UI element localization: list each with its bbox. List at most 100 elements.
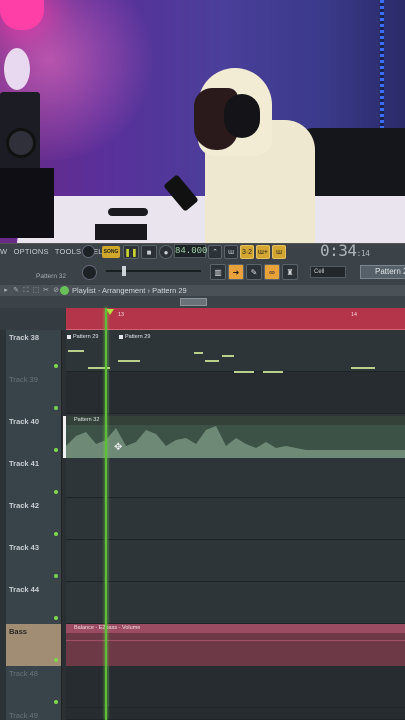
track-lane-39[interactable] <box>66 372 405 414</box>
clip-pattern-29-b[interactable]: Pattern 29 <box>118 333 150 341</box>
track-lane-42[interactable] <box>66 498 405 540</box>
menu-view[interactable]: W <box>0 247 7 256</box>
track-lane-43[interactable] <box>66 540 405 582</box>
mixer-icon[interactable]: ♜ <box>282 264 298 280</box>
track-header-49[interactable]: Track 49 <box>6 708 62 720</box>
lamp-base <box>4 48 30 90</box>
master-pitch-slider-track[interactable] <box>106 270 201 272</box>
record-icon[interactable]: ● <box>159 245 173 259</box>
song-mode-button[interactable]: SONG <box>102 246 120 258</box>
snap-selector[interactable]: Cell <box>310 266 346 278</box>
mute-tool-icon[interactable]: ⊘ <box>52 287 60 295</box>
track-name: Track 40 <box>9 417 40 426</box>
track-name: Track 48 <box>9 669 38 678</box>
track-name: Track 49 <box>9 711 38 720</box>
breadcrumb-separator: › <box>147 286 150 295</box>
playlist-title: Playlist - Arrangement <box>72 286 146 295</box>
draw-tool-icon[interactable]: ✎ <box>12 287 20 295</box>
track-header-41[interactable]: Track 41 <box>6 456 62 498</box>
playhead[interactable] <box>105 308 107 720</box>
computer-monitor <box>0 168 54 238</box>
track-lane-49[interactable] <box>66 708 405 720</box>
note[interactable] <box>194 352 203 354</box>
note[interactable] <box>351 367 375 369</box>
track-name: Track 38 <box>9 333 40 342</box>
track-header-40[interactable]: Track 40 <box>6 414 62 456</box>
menu-options[interactable]: OPTIONS <box>14 247 49 256</box>
track-led[interactable] <box>54 574 58 578</box>
track-lane-44[interactable] <box>66 582 405 624</box>
zoom-icon[interactable]: ⛶ <box>22 287 30 295</box>
track-led[interactable] <box>54 700 58 704</box>
note[interactable] <box>68 350 84 352</box>
track-name: Bass <box>9 627 27 636</box>
speaker-cone <box>6 128 36 158</box>
bass-automation-header[interactable]: Balance - E2bass - Volume <box>66 624 405 633</box>
window-shortcuts: ▥ ➜ ✎ ∞ ♜ <box>210 264 300 280</box>
track-header-39[interactable]: Track 39 <box>6 372 62 414</box>
current-pattern-label: Pattern 32 <box>36 273 66 280</box>
note[interactable] <box>118 360 140 362</box>
step-edit-icon[interactable]: ɯ+ <box>256 245 270 259</box>
track-led[interactable] <box>54 448 58 452</box>
audio-clip-header[interactable]: Pattern 32 <box>66 416 405 425</box>
play-marker[interactable] <box>106 309 114 315</box>
link-icon[interactable]: ∞ <box>264 264 280 280</box>
master-pitch-slider-handle[interactable] <box>122 266 126 276</box>
master-volume-knob[interactable] <box>82 245 95 258</box>
slice-tool-icon[interactable]: ✂ <box>42 287 50 295</box>
select-tool-icon[interactable]: ⬚ <box>32 287 40 295</box>
track-lane-48[interactable] <box>66 666 405 708</box>
clip-pattern-29-a[interactable]: Pattern 29 <box>66 333 98 341</box>
track-header-bass[interactable]: Bass <box>6 624 62 666</box>
timeline-ruler[interactable]: 13 14 <box>66 308 405 330</box>
track-name: Track 39 <box>9 375 38 384</box>
move-cursor-icon: ✥ <box>114 442 123 453</box>
countdown-icon[interactable]: 3·2 <box>240 245 254 259</box>
headphones <box>224 94 260 138</box>
track-header-43[interactable]: Track 43 <box>6 540 62 582</box>
scroll-thumb[interactable] <box>180 298 207 306</box>
pattern-selector[interactable]: Pattern 2 <box>360 265 405 279</box>
stop-icon[interactable]: ■ <box>141 245 157 259</box>
mouse <box>108 208 148 216</box>
track-lane-38[interactable] <box>66 330 405 372</box>
note[interactable] <box>205 360 219 362</box>
note[interactable] <box>234 371 254 373</box>
track-led[interactable] <box>54 616 58 620</box>
keyboard <box>95 224 147 240</box>
brush-icon[interactable]: ✎ <box>246 264 262 280</box>
track-header-42[interactable]: Track 42 <box>6 498 62 540</box>
menu-tools[interactable]: TOOLS <box>55 247 81 256</box>
time-main: 0:34 <box>320 241 357 260</box>
note[interactable] <box>263 371 283 373</box>
track-header-44[interactable]: Track 44 <box>6 582 62 624</box>
track-header-38[interactable]: Track 38 <box>6 330 62 372</box>
track-lane-41[interactable] <box>66 456 405 498</box>
playlist-pattern-name: Pattern 29 <box>152 286 187 295</box>
track-name: Track 41 <box>9 459 40 468</box>
track-header-48[interactable]: Track 48 <box>6 666 62 708</box>
webcam-overlay <box>0 0 405 243</box>
bar-13-label: 13 <box>118 312 125 318</box>
piano-roll-icon[interactable]: ▥ <box>210 264 226 280</box>
pointer-icon[interactable]: ▸ <box>2 287 10 295</box>
playlist-titlebar[interactable]: Playlist - Arrangement › Pattern 29 <box>0 285 405 296</box>
pause-icon[interactable]: ❚❚ <box>123 245 139 259</box>
track-name: Track 42 <box>9 501 40 510</box>
loop-record-icon[interactable]: ɯ <box>272 245 286 259</box>
master-pitch-knob[interactable] <box>82 265 97 280</box>
track-led[interactable] <box>54 490 58 494</box>
transport-controls: SONG ❚❚ ■ ● <box>102 244 175 260</box>
track-led[interactable] <box>54 364 58 368</box>
track-led[interactable] <box>54 532 58 536</box>
clip-selection-edge <box>63 416 66 458</box>
track-led[interactable] <box>54 406 58 410</box>
tempo-display[interactable]: 84.000 <box>174 244 207 258</box>
arrow-icon[interactable]: ➜ <box>228 264 244 280</box>
track-led[interactable] <box>54 658 58 662</box>
metronome-icon[interactable]: ⌃ <box>208 245 222 259</box>
automation-line <box>66 640 405 641</box>
note[interactable] <box>222 355 234 357</box>
wait-icon[interactable]: ɯ <box>224 245 238 259</box>
